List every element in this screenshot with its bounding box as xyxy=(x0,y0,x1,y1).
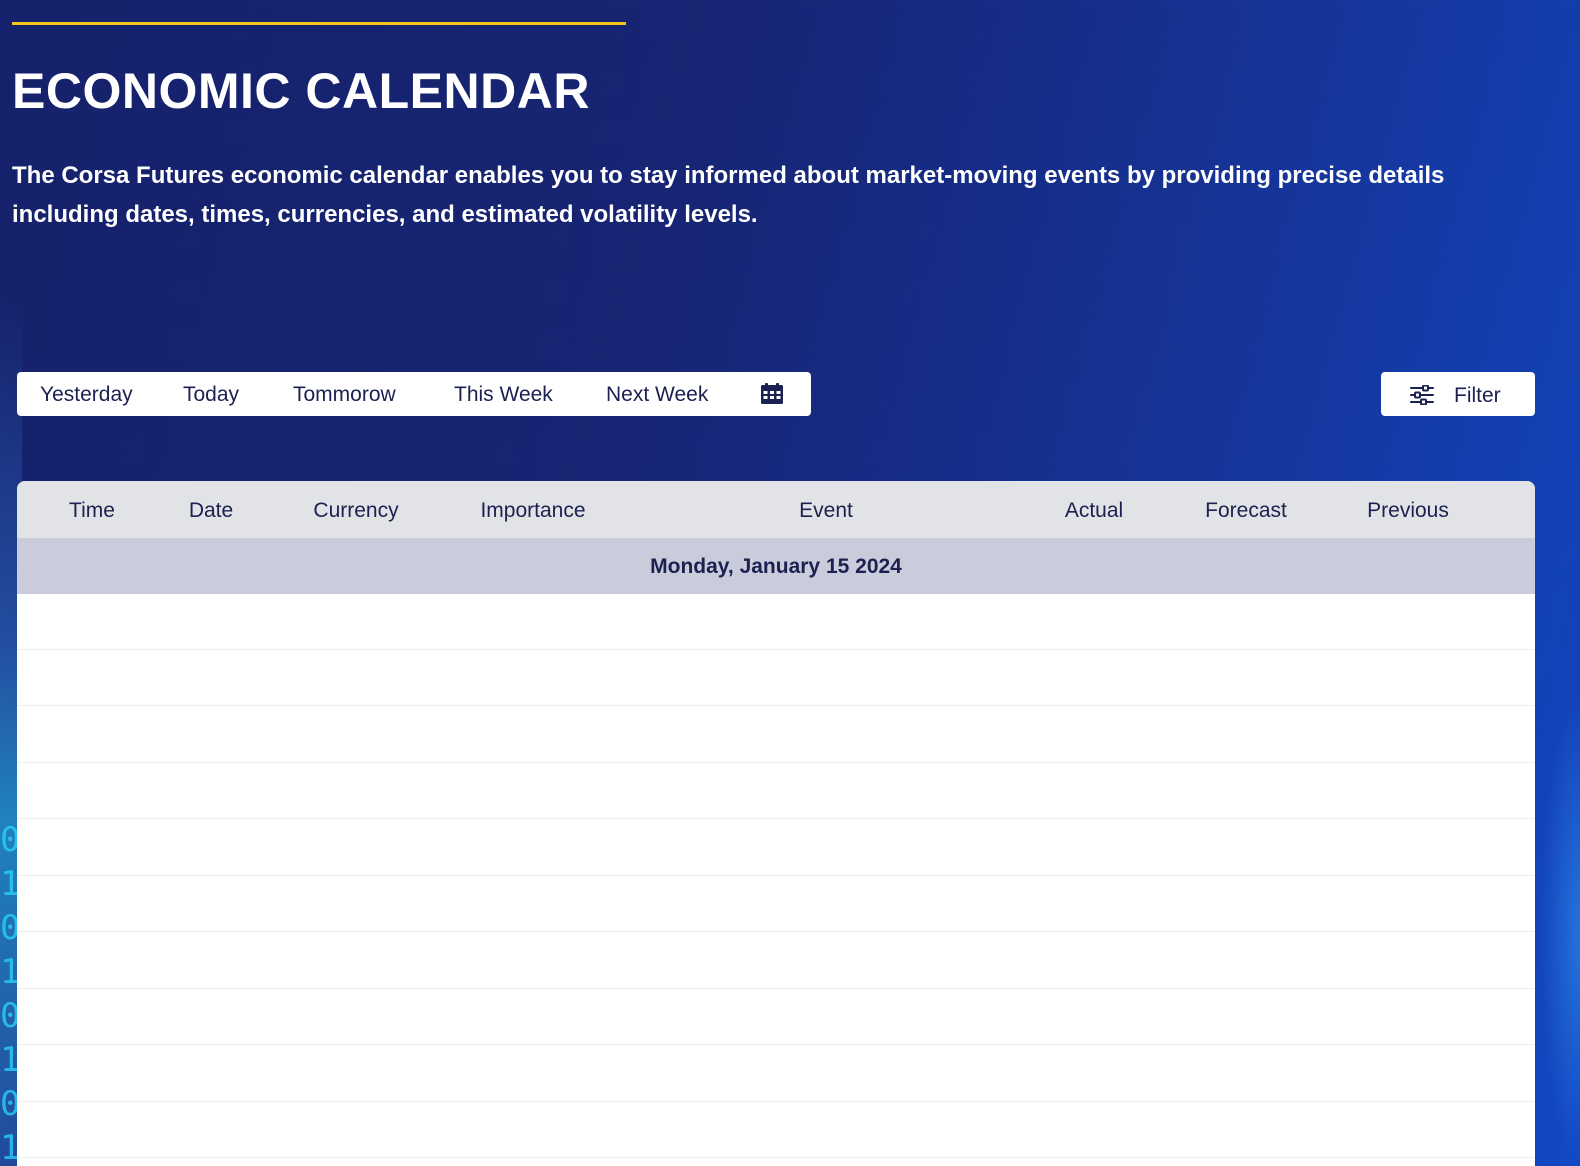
column-header-previous[interactable]: Previous xyxy=(1367,481,1449,541)
calendar-icon[interactable] xyxy=(760,383,784,405)
column-header-forecast[interactable]: Forecast xyxy=(1205,481,1287,541)
column-header-event[interactable]: Event xyxy=(799,481,853,541)
column-header-time[interactable]: Time xyxy=(69,481,115,541)
column-header-currency[interactable]: Currency xyxy=(313,481,398,541)
table-header: Time Date Currency Importance Event Actu… xyxy=(17,481,1535,538)
range-yesterday-button[interactable]: Yesterday xyxy=(40,372,133,416)
table-row xyxy=(17,989,1535,1045)
filter-button[interactable]: Filter xyxy=(1381,372,1535,416)
column-header-actual[interactable]: Actual xyxy=(1065,481,1123,541)
date-range-selector: Yesterday Today Tommorow This Week Next … xyxy=(17,372,811,416)
sliders-icon xyxy=(1409,384,1435,406)
range-next-week-button[interactable]: Next Week xyxy=(606,372,708,416)
table-row xyxy=(17,650,1535,706)
date-group-row: Monday, January 15 2024 xyxy=(17,538,1535,594)
table-row xyxy=(17,594,1535,650)
page-description: The Corsa Futures economic calendar enab… xyxy=(12,162,1445,228)
table-row xyxy=(17,707,1535,763)
table-row xyxy=(17,876,1535,932)
page-title: ECONOMIC CALENDAR xyxy=(12,63,590,119)
column-header-date[interactable]: Date xyxy=(189,481,233,541)
table-row xyxy=(17,820,1535,876)
table-row xyxy=(17,933,1535,989)
events-table: Time Date Currency Importance Event Actu… xyxy=(17,481,1535,1166)
table-row xyxy=(17,1046,1535,1102)
table-row xyxy=(17,763,1535,819)
range-tomorrow-button[interactable]: Tommorow xyxy=(293,372,396,416)
range-today-button[interactable]: Today xyxy=(183,372,239,416)
range-this-week-button[interactable]: This Week xyxy=(454,372,553,416)
table-row xyxy=(17,1102,1535,1158)
column-header-importance[interactable]: Importance xyxy=(480,481,585,541)
title-accent-line xyxy=(12,22,626,25)
filter-label: Filter xyxy=(1454,384,1501,407)
right-decorative-glow xyxy=(1540,700,1580,1166)
